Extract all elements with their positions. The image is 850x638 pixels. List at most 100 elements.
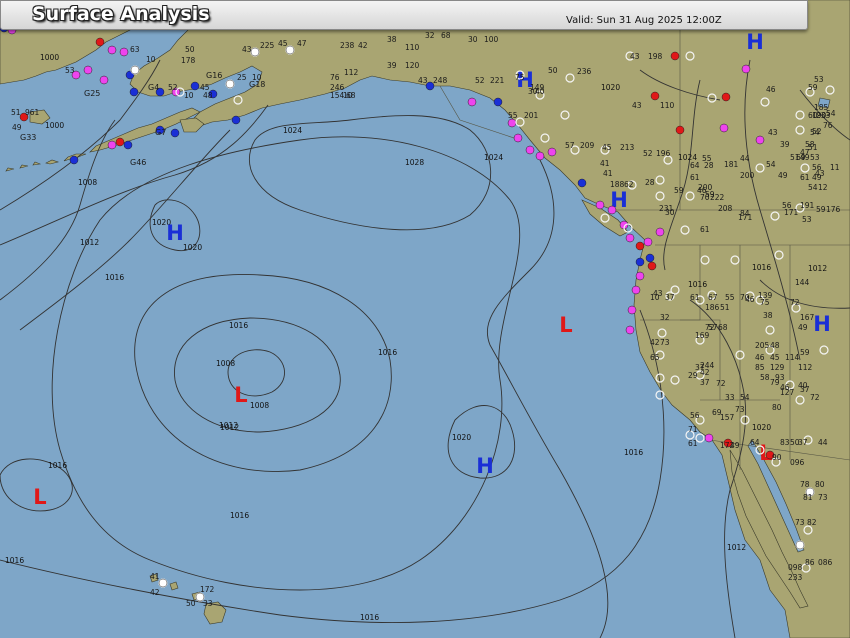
isobar-label: 1008: [78, 178, 97, 187]
station-id: G7: [155, 128, 166, 137]
station-value: 50: [185, 45, 195, 54]
isobar-label: 1020: [183, 243, 202, 252]
station-value: 29: [688, 371, 698, 380]
station-value: 61: [700, 225, 710, 234]
station-id: G4: [148, 83, 159, 92]
station-marker: [595, 200, 605, 210]
station-value: 39: [780, 140, 790, 149]
station-marker: [719, 123, 729, 133]
isobar-label: 1020: [452, 433, 471, 442]
station-value: 55: [725, 293, 735, 302]
station-value: 68: [718, 323, 728, 332]
station-marker: [643, 237, 653, 247]
station-value: 68: [346, 91, 356, 100]
station-value: 086: [818, 558, 833, 567]
isobar-label: 1012: [80, 238, 99, 247]
station-value: 198: [648, 52, 663, 61]
station-marker: [577, 178, 587, 188]
station-value: 45: [278, 39, 288, 48]
isobar-label: 1024: [283, 126, 302, 135]
station-value: 57: [565, 141, 575, 150]
station-value: 61: [690, 173, 700, 182]
station-value: 39: [387, 61, 397, 70]
station-value: 098: [788, 563, 803, 572]
station-marker: [635, 241, 645, 251]
station-value: 61: [800, 173, 810, 182]
station-marker: [107, 45, 117, 55]
station-value: 110: [660, 101, 675, 110]
station-value: 58: [760, 373, 770, 382]
station-marker: [675, 125, 685, 135]
station-value: 81: [803, 493, 813, 502]
station-value: 114: [785, 353, 800, 362]
station-marker: [115, 137, 125, 147]
station-value: 100: [484, 35, 499, 44]
isobar-label: 1016: [230, 511, 249, 520]
station-value: 64: [750, 438, 760, 447]
station-marker: [69, 155, 79, 165]
station-marker: [467, 97, 477, 107]
station-value: 238: [340, 41, 355, 50]
station-value: 221: [490, 76, 505, 85]
isobar-label: 1028: [405, 158, 424, 167]
station-value: 43: [632, 101, 642, 110]
station-marker: [250, 47, 260, 57]
station-value: 67: [708, 293, 718, 302]
station-id: G18: [249, 80, 265, 89]
isobar-label: 1016: [752, 263, 771, 272]
station-marker: [627, 305, 637, 315]
station-value: 176: [826, 205, 841, 214]
isobar-label: 1016: [48, 461, 67, 470]
station-value: 38: [763, 311, 773, 320]
station-value: 51: [808, 143, 818, 152]
station-value: 32: [660, 313, 670, 322]
station-marker: [95, 37, 105, 47]
station-value: 49: [798, 323, 808, 332]
station-marker: [755, 135, 765, 145]
station-marker: [655, 227, 665, 237]
isobar-label: 1020: [752, 423, 771, 432]
isobar-label: 1016: [378, 348, 397, 357]
station-marker: [225, 79, 235, 89]
station-value: 43: [768, 128, 778, 137]
station-value: 44: [818, 438, 828, 447]
station-value: 41: [600, 159, 610, 168]
station-value: 43: [242, 45, 252, 54]
station-value: 46: [766, 85, 776, 94]
station-value: 41: [603, 169, 613, 178]
station-marker: [625, 233, 635, 243]
station-value: 112: [344, 68, 359, 77]
station-marker: [231, 115, 241, 125]
station-marker: [647, 261, 657, 271]
station-value: 43: [653, 289, 663, 298]
station-marker: [607, 205, 617, 215]
station-marker: [130, 65, 140, 75]
station-value: 201: [524, 111, 539, 120]
station-value: 46: [745, 295, 755, 304]
station-value: 42: [650, 338, 660, 347]
surface-analysis-map[interactable]: 1000100010081012101610201024102810241020…: [0, 0, 850, 638]
station-value: 209: [580, 141, 595, 150]
station-value: 188: [610, 180, 625, 189]
station-value: 76: [330, 73, 340, 82]
station-marker: [645, 253, 655, 263]
high-pressure-center: H: [746, 30, 764, 54]
station-value: 72: [716, 379, 726, 388]
isobar-label: 1016: [624, 448, 643, 457]
station-value: 28: [645, 178, 655, 187]
station-value: 169: [695, 331, 710, 340]
station-value: 120: [405, 61, 420, 70]
station-value: 43: [418, 76, 428, 85]
station-value: 213: [620, 143, 635, 152]
station-marker: [513, 133, 523, 143]
isobar-label: 1016: [5, 556, 24, 565]
station-value: 54: [740, 393, 750, 402]
station-value: 72: [790, 298, 800, 307]
station-value: 48: [203, 91, 213, 100]
station-value: 50: [186, 599, 196, 608]
station-value: 75: [515, 73, 525, 82]
station-marker: [129, 87, 139, 97]
station-marker: [119, 47, 129, 57]
station-value: 200: [740, 171, 755, 180]
station-value: 79: [770, 378, 780, 387]
